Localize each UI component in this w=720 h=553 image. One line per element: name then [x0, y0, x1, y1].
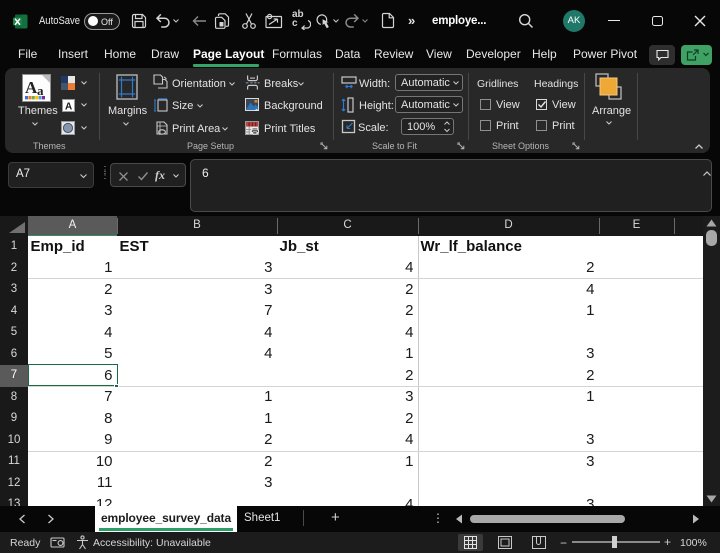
svg-text:a: a: [37, 83, 44, 98]
svg-text:A: A: [65, 102, 72, 113]
